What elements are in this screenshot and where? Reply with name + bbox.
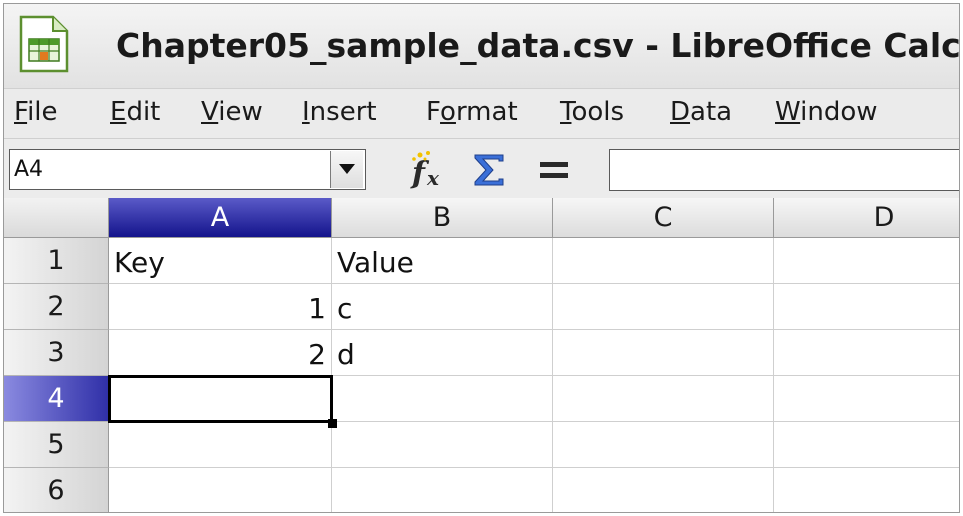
cell-a1[interactable]: Key [109,238,332,284]
menu-data[interactable]: Data [670,97,732,127]
menu-insert[interactable]: Insert [302,97,377,127]
formula-bar: A4 f x [4,138,959,198]
name-box[interactable]: A4 [9,149,366,190]
menu-view[interactable]: View [201,97,263,127]
menu-tools[interactable]: Tools [560,97,624,127]
cell-b6[interactable] [332,468,553,512]
menu-bar: File Edit View Insert Format Tools Data … [4,88,959,139]
cell-d6[interactable] [774,468,959,512]
cell-c3[interactable] [553,330,774,376]
cell-a6[interactable] [109,468,332,512]
svg-text:x: x [426,166,440,190]
cell-b3[interactable]: d [332,330,553,376]
column-header-d[interactable]: D [774,198,959,238]
column-header-b[interactable]: B [332,198,553,238]
formula-icon[interactable] [536,153,572,187]
chevron-down-icon [339,164,355,174]
cell-d5[interactable] [774,422,959,468]
libreoffice-calc-icon [19,15,69,73]
row-header-5[interactable]: 5 [4,422,109,468]
menu-window[interactable]: Window [775,97,878,127]
cell-c2[interactable] [553,284,774,330]
menu-file[interactable]: File [14,97,58,127]
row-header-2[interactable]: 2 [4,284,109,330]
cell-a2[interactable]: 1 [109,284,332,330]
menu-format[interactable]: Format [426,97,518,127]
cell-a5[interactable] [109,422,332,468]
cell-c5[interactable] [553,422,774,468]
row-header-6[interactable]: 6 [4,468,109,512]
menu-edit[interactable]: Edit [110,97,160,127]
calc-window: Chapter05_sample_data.csv - LibreOffice … [3,3,960,513]
fill-handle[interactable] [328,419,337,428]
cell-c4[interactable] [553,376,774,422]
row-header-3[interactable]: 3 [4,330,109,376]
cell-c6[interactable] [553,468,774,512]
title-bar: Chapter05_sample_data.csv - LibreOffice … [4,4,959,88]
cell-c1[interactable] [553,238,774,284]
cell-a4-active[interactable] [108,375,333,423]
formula-input[interactable] [609,149,959,191]
cell-d1[interactable] [774,238,959,284]
cell-d4[interactable] [774,376,959,422]
cell-b5[interactable] [332,422,553,468]
cell-d3[interactable] [774,330,959,376]
spreadsheet-grid: A B C D 1 2 3 4 5 6 Key Value 1 c 2 d [4,198,959,512]
cell-b2[interactable]: c [332,284,553,330]
cell-b4[interactable] [332,376,553,422]
window-title: Chapter05_sample_data.csv - LibreOffice … [116,26,960,65]
column-header-a[interactable]: A [109,198,332,238]
function-wizard-icon[interactable]: f x [408,149,452,191]
cell-b1[interactable]: Value [332,238,553,284]
name-box-dropdown-button[interactable] [330,151,363,188]
cell-d2[interactable] [774,284,959,330]
name-box-value: A4 [14,157,44,182]
column-header-c[interactable]: C [553,198,774,238]
cell-a3[interactable]: 2 [109,330,332,376]
row-header-1[interactable]: 1 [4,238,109,284]
sum-icon[interactable] [469,151,509,189]
row-header-4[interactable]: 4 [4,376,109,422]
select-all-corner[interactable] [4,198,109,238]
